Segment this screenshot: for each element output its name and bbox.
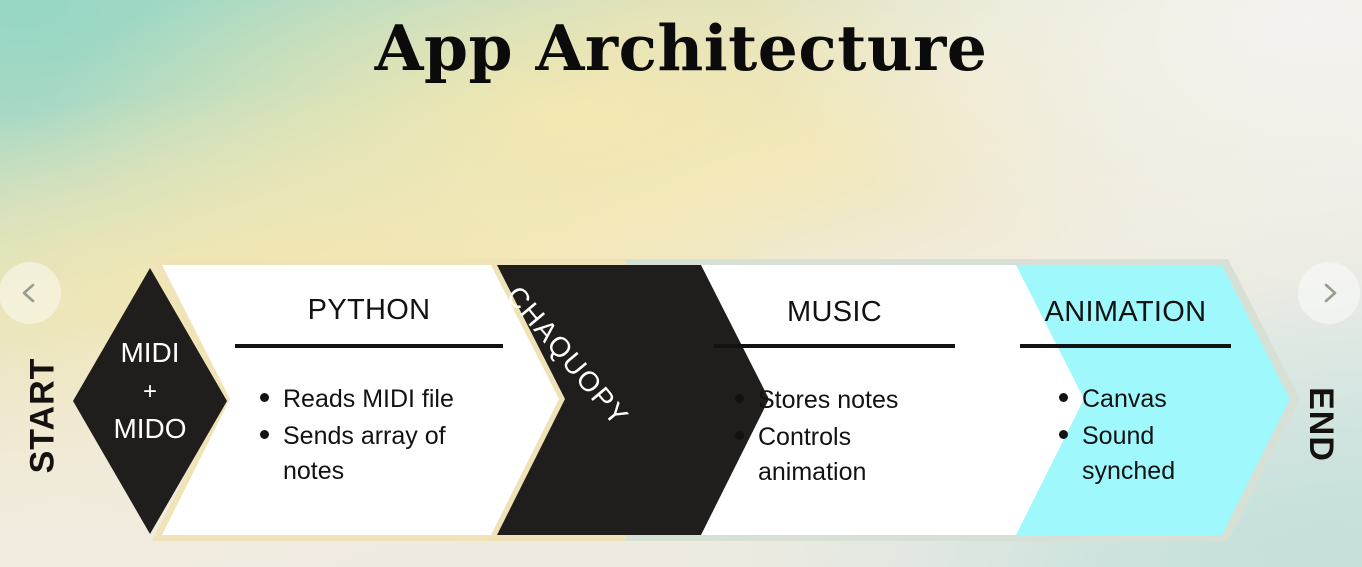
chevron-left-icon	[22, 283, 35, 303]
list-item: Stores notes	[732, 383, 962, 419]
list-item: Sends array of notes	[257, 419, 507, 490]
end-label: END	[1301, 387, 1340, 462]
list-item: Sound synched	[1056, 419, 1246, 490]
music-divider	[714, 344, 955, 348]
animation-bullet-list: Canvas Sound synched	[1056, 382, 1246, 491]
list-item: Canvas	[1056, 382, 1246, 418]
animation-title: ANIMATION	[1044, 296, 1207, 328]
music-bullet-list: Stores notes Controls animation	[732, 383, 962, 492]
list-item: Controls animation	[732, 420, 962, 491]
mido-label: MIDO	[113, 412, 187, 444]
python-divider	[235, 344, 503, 348]
start-label: START	[23, 357, 62, 474]
animation-divider	[1020, 344, 1231, 348]
python-title: PYTHON	[307, 294, 431, 326]
previous-slide-button[interactable]	[0, 262, 61, 324]
list-item: Reads MIDI file	[257, 382, 507, 418]
midi-label: MIDI	[120, 337, 180, 368]
chevron-right-icon	[1324, 283, 1337, 303]
next-slide-button[interactable]	[1298, 262, 1360, 324]
page-title: App Architecture	[374, 11, 988, 85]
plus-symbol: +	[142, 377, 157, 405]
music-title: MUSIC	[787, 296, 882, 328]
python-bullet-list: Reads MIDI file Sends array of notes	[257, 382, 507, 491]
midi-mido-text: MIDI + MIDO	[90, 333, 210, 450]
